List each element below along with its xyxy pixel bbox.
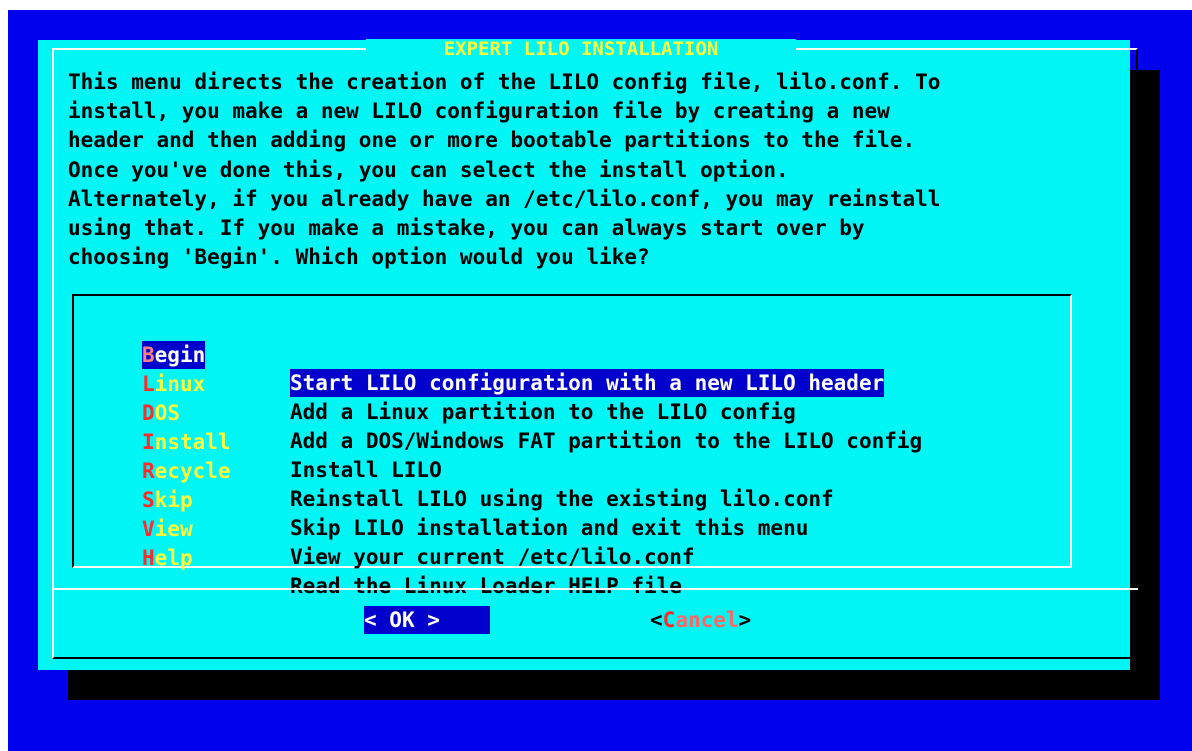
button-bracket-open: < xyxy=(650,608,663,632)
menu-listbox: Begin Start LILO configuration with a ne… xyxy=(72,294,1072,598)
menu-item-install[interactable]: Install Install LILO xyxy=(74,400,1064,482)
menu-item-recycle[interactable]: Recycle Reinstall LILO using the existin… xyxy=(74,429,1064,511)
lilo-dialog: EXPERT LILO INSTALLATION This menu direc… xyxy=(38,39,1138,670)
description-line: This menu directs the creation of the LI… xyxy=(68,70,941,94)
hotkey: C xyxy=(662,608,676,632)
menu-item-tag: Help xyxy=(142,544,193,572)
button-bracket-close: > xyxy=(414,608,440,632)
button-separator xyxy=(52,588,1138,590)
ok-button-label: OK xyxy=(389,608,415,632)
description-line: Alternately, if you already have an /etc… xyxy=(68,186,941,211)
menu-item-skip[interactable]: Skip Skip LILO installation and exit thi… xyxy=(74,458,1064,540)
menu-item-dos[interactable]: DOS Add a DOS/Windows FAT partition to t… xyxy=(74,371,1064,453)
hotkey: H xyxy=(142,546,155,570)
description-line: using that. If you make a mistake, you c… xyxy=(68,215,865,240)
menu-item-help[interactable]: Help Read the Linux Loader HELP file xyxy=(74,516,1064,598)
dialog-description: This menu directs the creation of the LI… xyxy=(68,68,1128,272)
cancel-button[interactable]: <Cancel> xyxy=(650,606,751,634)
cancel-button-label: ancel xyxy=(675,608,739,632)
dialog-title: EXPERT LILO INSTALLATION xyxy=(366,39,796,59)
tag-rest: elp xyxy=(154,546,193,570)
description-line: install, you make a new LILO configurati… xyxy=(68,99,890,124)
ok-button[interactable]: < OK > xyxy=(364,606,490,634)
description-line: choosing 'Begin'. Which option would you… xyxy=(68,245,650,270)
menu-item-view[interactable]: View View your current /etc/lilo.conf xyxy=(74,487,1064,569)
menu-item-description: View your current /etc/lilo.conf xyxy=(290,545,695,569)
button-bracket-close: > xyxy=(738,608,752,632)
menu-item-description: Read the Linux Loader HELP file xyxy=(290,574,682,598)
button-bracket-open: < xyxy=(364,608,390,632)
menu-item-linux[interactable]: Linux Add a Linux partition to the LILO … xyxy=(74,342,1064,424)
menu-item-begin[interactable]: Begin Start LILO configuration with a ne… xyxy=(74,313,1064,397)
description-line: Once you've done this, you can select th… xyxy=(68,157,789,182)
description-line: header and then adding one or more boota… xyxy=(68,128,916,153)
